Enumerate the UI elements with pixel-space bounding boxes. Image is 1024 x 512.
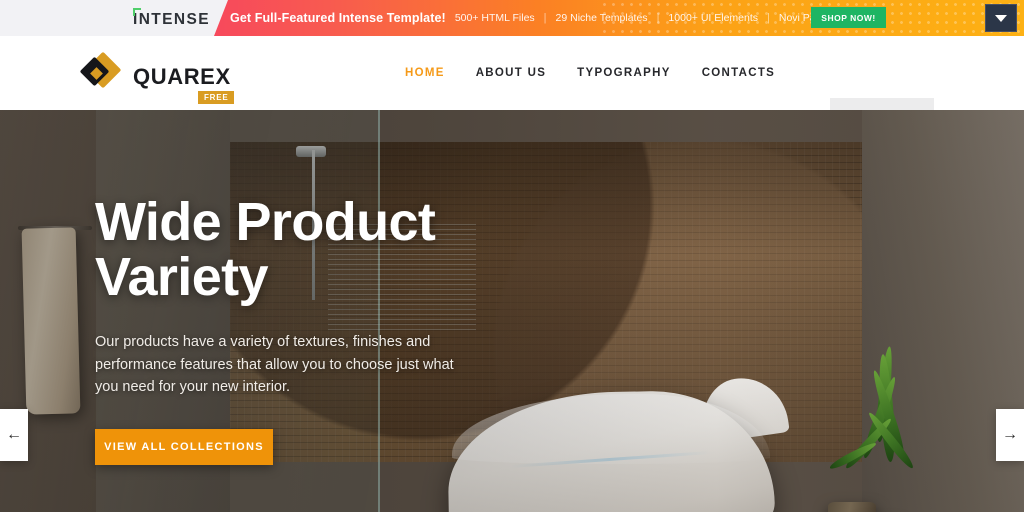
nav-item-typography[interactable]: TYPOGRAPHY: [577, 67, 671, 79]
promo-banner: INTENSE Get Full-Featured Intense Templa…: [0, 0, 1024, 36]
hero-title: Wide Product Variety: [95, 192, 436, 308]
hero-subtitle: Our products have a variety of textures,…: [95, 334, 454, 396]
intense-corner-mark-icon: [133, 8, 141, 16]
promo-message: Get Full-Featured Intense Template! 500+…: [230, 0, 872, 36]
promo-collapse-toggle[interactable]: [985, 4, 1017, 32]
hero-content: Wide Product Variety Our products have a…: [95, 192, 615, 465]
hero-slider: Wide Product Variety Our products have a…: [0, 110, 1024, 512]
promo-feature-2: 1000+ UI Elements: [668, 12, 759, 24]
promo-headline: Get Full-Featured Intense Template!: [230, 11, 446, 25]
main-navigation: HOME ABOUT US TYPOGRAPHY CONTACTS: [405, 36, 775, 110]
carousel-next-arrow-icon[interactable]: →: [996, 409, 1024, 461]
free-badge: FREE: [198, 91, 234, 104]
carousel-prev-arrow-icon[interactable]: ←: [0, 409, 28, 461]
nav-item-home[interactable]: HOME: [405, 67, 445, 79]
promo-feature-0: 500+ HTML Files: [454, 12, 535, 24]
promo-feature-1: 29 Niche Templates: [555, 12, 648, 24]
site-logo[interactable]: QUAREX: [79, 51, 231, 94]
quarex-diamond-logo-icon: [79, 51, 124, 94]
nav-item-about-us[interactable]: ABOUT US: [476, 67, 546, 79]
promo-brand: INTENSE: [0, 0, 222, 36]
intense-brand-label: INTENSE: [133, 10, 210, 28]
logo-wordmark: QUAREX: [133, 64, 231, 89]
view-all-collections-button[interactable]: VIEW ALL COLLECTIONS: [95, 428, 273, 465]
nav-item-contacts[interactable]: CONTACTS: [702, 67, 775, 79]
shop-now-button[interactable]: SHOP NOW!: [811, 7, 886, 28]
site-header: QUAREX FREE HOME ABOUT US TYPOGRAPHY CON…: [0, 36, 1024, 130]
chevron-down-icon: [995, 14, 1007, 22]
